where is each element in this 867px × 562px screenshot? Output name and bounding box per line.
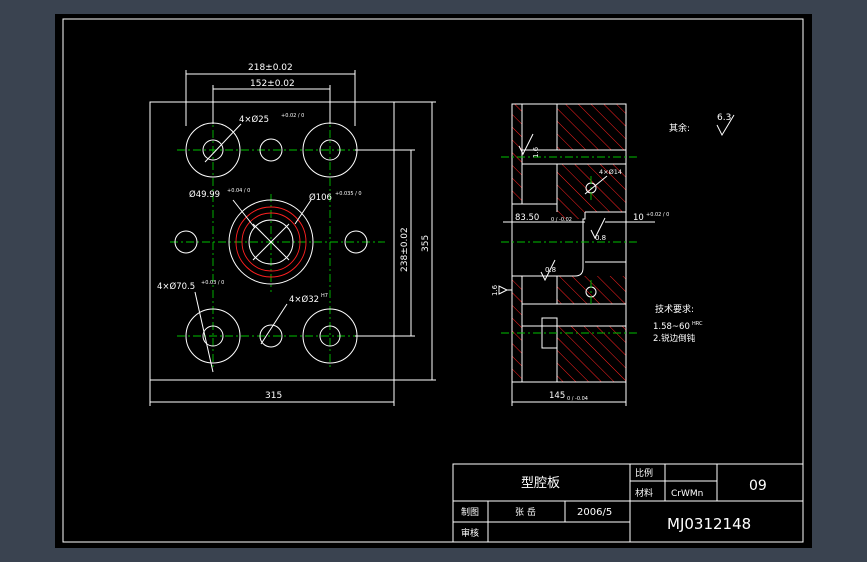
dim-145-tol: 0 / -0.04 bbox=[567, 396, 588, 402]
hole-25-tol: +0.02 / 0 bbox=[281, 113, 304, 119]
material-label: 材料 bbox=[635, 487, 653, 499]
scale-label: 比例 bbox=[635, 467, 653, 479]
notes: 其余: 6.3 技术要求: 1.58~60 HRC 2.锐边倒钝 bbox=[653, 113, 735, 344]
section-view: 1.6 1.6 0.8 0.8 4×Ø14 83.50 0 / -0.02 10… bbox=[491, 103, 669, 406]
other-finish-label: 其余: bbox=[669, 122, 690, 134]
hole-106-label: Ø106 bbox=[309, 192, 332, 203]
hole-14-label: 4×Ø14 bbox=[599, 168, 622, 176]
drawing-date: 2006/5 bbox=[577, 507, 612, 518]
hole-49-label: Ø49.99 bbox=[189, 189, 220, 200]
hole-32-label: 4×Ø32 bbox=[289, 294, 319, 305]
dim-152: 152±0.02 bbox=[250, 79, 295, 89]
other-finish-value: 6.3 bbox=[717, 113, 731, 123]
drawn-label: 制图 bbox=[461, 506, 479, 518]
dim-83: 83.50 bbox=[515, 213, 539, 223]
checked-label: 审核 bbox=[461, 527, 479, 539]
section-hatch bbox=[512, 104, 626, 382]
dim-83-tol: 0 / -0.02 bbox=[551, 217, 572, 223]
cad-drawing: 218±0.02 152±0.02 4×Ø25 +0.02 / 0 Ø49.99… bbox=[62, 18, 804, 543]
drawing-sheet: 218±0.02 152±0.02 4×Ø25 +0.02 / 0 Ø49.99… bbox=[55, 14, 812, 548]
sheet-number: 09 bbox=[749, 478, 767, 494]
rough-2: 1.6 bbox=[491, 284, 499, 296]
hole-49-tol: +0.04 / 0 bbox=[227, 188, 250, 194]
front-view: 218±0.02 152±0.02 4×Ø25 +0.02 / 0 Ø49.99… bbox=[149, 63, 436, 406]
material-value: CrWMn bbox=[671, 489, 703, 499]
dim-218: 218±0.02 bbox=[248, 63, 293, 73]
dim-315: 315 bbox=[265, 391, 282, 401]
hole-70-tol: +0.03 / 0 bbox=[201, 280, 224, 286]
tech-note-1: 1.58~60 bbox=[653, 322, 690, 332]
dim-10-tol: +0.02 / 0 bbox=[646, 212, 669, 218]
dim-238: 238±0.02 bbox=[400, 227, 410, 272]
part-name: 型腔板 bbox=[521, 476, 560, 491]
hole-32-tol: H7 bbox=[321, 293, 328, 299]
tech-title: 技术要求: bbox=[655, 303, 694, 315]
hole-70-label: 4×Ø70.5 bbox=[157, 281, 195, 292]
dim-145: 145 bbox=[549, 391, 565, 401]
tech-note-2: 2.锐边倒钝 bbox=[653, 333, 696, 344]
drawn-by: 张 岳 bbox=[515, 506, 536, 518]
rough-4: 0.8 bbox=[545, 266, 556, 274]
hole-106-tol: +0.035 / 0 bbox=[335, 191, 362, 197]
tech-note-1-unit: HRC bbox=[692, 321, 703, 327]
dim-10: 10 bbox=[633, 213, 644, 223]
rough-3: 0.8 bbox=[595, 234, 606, 242]
drawing-code: MJ0312148 bbox=[667, 515, 751, 533]
title-block: 型腔板 比例 材料 CrWMn 09 制图 张 岳 2006/5 审核 MJ03… bbox=[452, 463, 804, 543]
dim-355: 355 bbox=[421, 235, 431, 252]
rough-1: 1.6 bbox=[532, 146, 540, 158]
hole-25-label: 4×Ø25 bbox=[239, 114, 269, 125]
